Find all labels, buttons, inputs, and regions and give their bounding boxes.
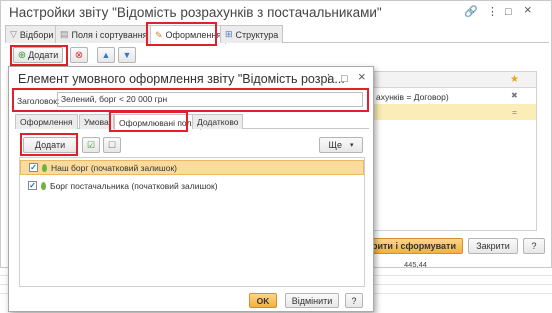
structure-icon: ⊞	[225, 29, 233, 39]
arrow-down-icon: ▼	[122, 50, 132, 60]
dialog-more-icon[interactable]: ⋮	[323, 73, 334, 85]
dialog-close-icon[interactable]: ×	[358, 70, 366, 83]
brush-icon: ✎	[155, 29, 163, 40]
appearance-toolbar: ⊕ Додати ⊗ ▲ ▼	[5, 45, 549, 65]
move-down-button[interactable]: ▼	[118, 47, 136, 63]
close-button[interactable]: Закрити	[468, 238, 518, 254]
outer-help-button[interactable]: ?	[523, 238, 545, 254]
settings-tabs: ▽ Відбори ▤ Поля і сортування ✎ Оформлен…	[5, 25, 549, 44]
uncheck-all-button[interactable]: ☐	[103, 137, 121, 153]
star-icon: ★	[510, 74, 519, 85]
tab-additional[interactable]: Додатково	[192, 114, 244, 129]
list-item[interactable]: ✓ Наш борг (початковий залишок)	[20, 160, 364, 175]
grid-row-selected[interactable]: =	[374, 104, 536, 120]
header-label: Заголовок:	[17, 96, 60, 106]
funnel-icon: ▽	[10, 29, 17, 39]
tab-format[interactable]: Оформлення	[15, 114, 78, 129]
add-icon: ⊕	[17, 49, 27, 61]
help-button[interactable]: ?	[345, 293, 363, 308]
grid-header: ★	[374, 72, 536, 88]
window-title: Настройки звіту "Відомість розрахунків з…	[9, 5, 382, 20]
tab-structure[interactable]: ⊞ Структура	[220, 25, 284, 43]
tab-formatted-fields[interactable]: Оформлювані поля	[114, 114, 202, 130]
chevron-down-icon: ▾	[349, 142, 354, 149]
tab-fields-sorting[interactable]: ▤ Поля і сортування	[55, 25, 153, 43]
tab-appearance[interactable]: ✎ Оформлення	[150, 25, 227, 44]
more-actions-button[interactable]: Ще ▾	[319, 137, 363, 153]
cancel-button[interactable]: Відмінити	[285, 293, 339, 308]
tab-condition[interactable]: Умова	[79, 114, 114, 129]
add-field-button[interactable]: Додати	[23, 137, 77, 153]
grid-row[interactable]: ахунків = Договор) ✖	[374, 88, 536, 104]
formatted-fields-list: ✓ Наш борг (початковий залишок) ✓ Борг п…	[19, 157, 365, 287]
maximize-icon[interactable]: □	[505, 6, 512, 18]
table-icon: ▤	[60, 29, 69, 39]
header-input[interactable]: Зелений, борг < 20 000 грн	[57, 92, 363, 107]
dialog-maximize-icon[interactable]: □	[341, 73, 348, 85]
dialog-title: Елемент умовного оформлення звіту "Відом…	[18, 72, 345, 86]
field-icon	[41, 181, 46, 190]
field-icon	[42, 163, 47, 172]
remove-icon[interactable]: ✖	[511, 91, 518, 100]
ok-button[interactable]: OK	[249, 293, 277, 308]
move-up-button[interactable]: ▲	[97, 47, 115, 63]
close-icon[interactable]: ×	[524, 3, 532, 16]
field-checkbox[interactable]: ✓	[29, 163, 38, 172]
dialog-tabs: Оформлення Умова Оформлювані поля Додатк…	[15, 114, 369, 130]
close-and-generate-button[interactable]: Закрити і сформувати	[357, 238, 463, 254]
delete-button[interactable]: ⊗	[70, 47, 88, 63]
appearance-grid: ★ ахунків = Договор) ✖ =	[373, 71, 537, 231]
equals-icon: =	[512, 107, 517, 117]
list-item[interactable]: ✓ Борг постачальника (початковий залишок…	[20, 178, 364, 193]
uncheck-all-icon: ☐	[107, 139, 117, 150]
more-icon[interactable]: ⋮	[487, 6, 498, 18]
delete-icon: ⊗	[74, 49, 84, 61]
field-checkbox[interactable]: ✓	[28, 181, 37, 190]
conditional-appearance-dialog: Елемент умовного оформлення звіту "Відом…	[8, 66, 374, 312]
sheet-value: 445,44	[404, 260, 427, 269]
tab-filters[interactable]: ▽ Відбори	[5, 25, 59, 43]
add-appearance-button[interactable]: ⊕ Додати	[13, 47, 63, 63]
link-icon[interactable]: 🔗	[464, 6, 478, 18]
check-all-icon: ☑	[86, 139, 96, 150]
check-all-button[interactable]: ☑	[82, 137, 100, 153]
arrow-up-icon: ▲	[101, 50, 111, 60]
